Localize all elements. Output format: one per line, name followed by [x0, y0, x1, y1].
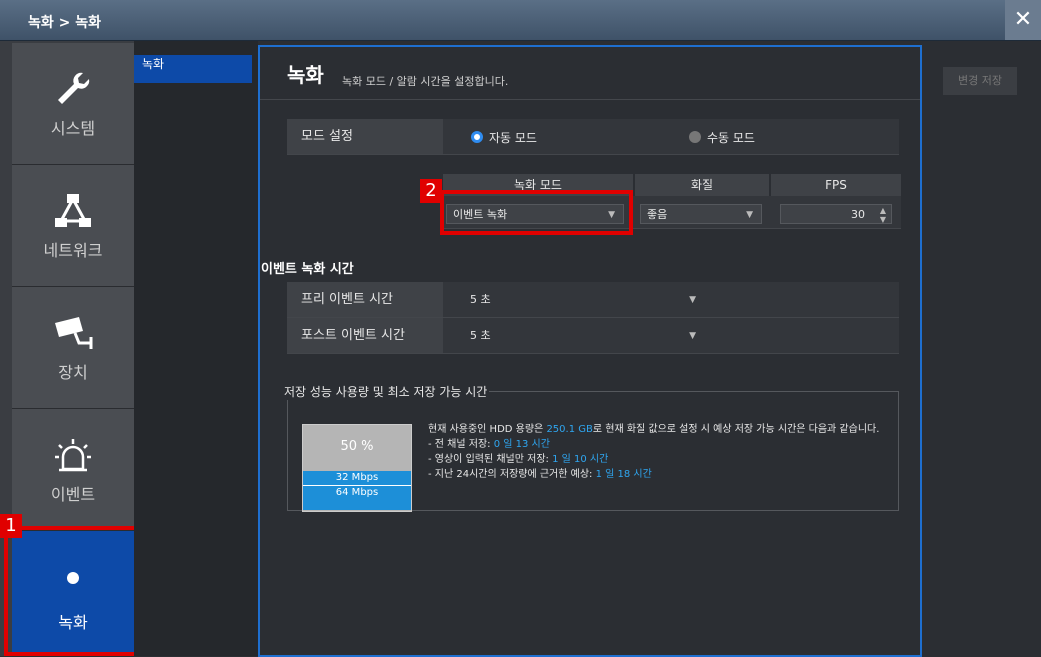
- window-title: 녹화 > 녹화: [28, 15, 101, 31]
- pre-event-label: 프리 이벤트 시간: [287, 282, 443, 317]
- post-event-label: 포스트 이벤트 시간: [287, 318, 443, 353]
- sidebar-item-system[interactable]: 시스템: [12, 43, 134, 165]
- storage-line-all: - 전 채널 저장: 0 일 13 시간: [428, 437, 898, 452]
- sub-navigation: 녹화: [134, 41, 258, 656]
- page-subtitle: 녹화 모드 / 알람 시간을 설정합니다.: [342, 75, 509, 88]
- annotation-box-2: [440, 190, 633, 235]
- quality-select[interactable]: 좋음 ▼: [640, 204, 762, 224]
- hdd-text-a: 현재 사용중인 HDD 용량은: [428, 424, 547, 435]
- sidebar-item-event[interactable]: 이벤트: [12, 409, 134, 531]
- sidebar-item-label: 장치: [58, 363, 88, 382]
- chevron-down-icon: ▼: [746, 210, 753, 220]
- title-bar: 녹화 > 녹화 ✕: [0, 0, 1041, 41]
- storage-info: 현재 사용중인 HDD 용량은 250.1 GB로 현재 화질 값으로 설정 시…: [428, 422, 898, 482]
- network-icon: [55, 194, 91, 227]
- sidebar-item-device[interactable]: 장치: [12, 287, 134, 409]
- storage-group: 저장 성능 사용량 및 최소 저장 가능 시간 50 % 32 Mbps 64 …: [284, 383, 899, 512]
- storage-gauge: 50 % 32 Mbps 64 Mbps: [302, 424, 412, 512]
- wrench-icon: [58, 72, 90, 104]
- page-title: 녹화: [287, 63, 324, 87]
- all-channel-label: - 전 채널 저장:: [428, 439, 494, 450]
- hdd-text-b: 로 현재 화질 값으로 설정 시 예상 저장 가능 시간은 다음과 같습니다.: [592, 424, 880, 435]
- fps-stepper[interactable]: 30 ▲ ▼: [780, 204, 892, 224]
- chevron-down-icon: ▼: [689, 295, 696, 305]
- close-icon[interactable]: ✕: [1005, 0, 1041, 40]
- post-event-value: 5 초: [470, 329, 491, 342]
- annotation-badge-2: 2: [420, 179, 442, 203]
- subnav-item-record[interactable]: 녹화: [134, 55, 252, 83]
- storage-line-past: - 지난 24시간의 저장량에 근거한 예상: 1 일 18 시간: [428, 467, 898, 482]
- sidebar-item-label: 네트워크: [43, 241, 103, 260]
- panel-header: 녹화 녹화 모드 / 알람 시간을 설정합니다.: [260, 47, 920, 100]
- usage-percent: 50 %: [340, 439, 374, 454]
- sidebar-item-label: 시스템: [50, 119, 96, 138]
- auto-mode-radio[interactable]: [471, 131, 483, 143]
- mode-row: 모드 설정 자동 모드 수동 모드: [287, 119, 899, 155]
- manual-mode-radio[interactable]: [689, 131, 701, 143]
- storage-legend: 저장 성능 사용량 및 최소 저장 가능 시간: [284, 385, 488, 399]
- post-event-row: 포스트 이벤트 시간 5 초 ▼: [287, 318, 899, 354]
- storage-line-hdd: 현재 사용중인 HDD 용량은 250.1 GB로 현재 화질 값으로 설정 시…: [428, 422, 898, 437]
- chevron-down-icon: ▼: [689, 331, 696, 341]
- pre-event-value: 5 초: [470, 293, 491, 306]
- input-channel-label: - 영상이 입력된 채널만 저장:: [428, 454, 553, 465]
- pre-event-select[interactable]: 5 초 ▼: [463, 289, 705, 309]
- annotation-box-1: [4, 526, 138, 656]
- bitrate-bar-used: 32 Mbps: [303, 471, 411, 486]
- storage-line-motion: - 영상이 입력된 채널만 저장: 1 일 10 시간: [428, 452, 898, 467]
- quality-header: 화질: [635, 174, 769, 196]
- hdd-capacity: 250.1 GB: [546, 424, 593, 435]
- all-channel-value: 0 일 13 시간: [493, 439, 550, 450]
- fps-value: 30: [851, 208, 865, 221]
- stepper-arrows-icon[interactable]: ▲ ▼: [880, 206, 886, 224]
- input-channel-value: 1 일 10 시간: [552, 454, 609, 465]
- sidebar-item-network[interactable]: 네트워크: [12, 165, 134, 287]
- camera-icon: [55, 317, 93, 349]
- fps-header: FPS: [771, 174, 901, 196]
- sidebar-item-label: 이벤트: [50, 485, 96, 504]
- main-panel: 녹화 녹화 모드 / 알람 시간을 설정합니다. 모드 설정 자동 모드 수동 …: [258, 45, 922, 657]
- alarm-icon: [55, 439, 91, 472]
- quality-value: 좋음: [647, 208, 668, 221]
- annotation-badge-1: 1: [0, 514, 22, 538]
- past-24h-label: - 지난 24시간의 저장량에 근거한 예상:: [428, 469, 596, 480]
- bitrate-bar-max: 64 Mbps: [303, 486, 411, 510]
- manual-mode-label[interactable]: 수동 모드: [707, 129, 755, 146]
- pre-event-row: 프리 이벤트 시간 5 초 ▼: [287, 282, 899, 318]
- auto-mode-label[interactable]: 자동 모드: [489, 129, 537, 146]
- mode-label: 모드 설정: [287, 119, 443, 154]
- post-event-select[interactable]: 5 초 ▼: [463, 325, 705, 345]
- past-24h-value: 1 일 18 시간: [595, 469, 652, 480]
- event-time-section-title: 이벤트 녹화 시간: [261, 262, 354, 277]
- save-button[interactable]: 변경 저장: [943, 67, 1017, 95]
